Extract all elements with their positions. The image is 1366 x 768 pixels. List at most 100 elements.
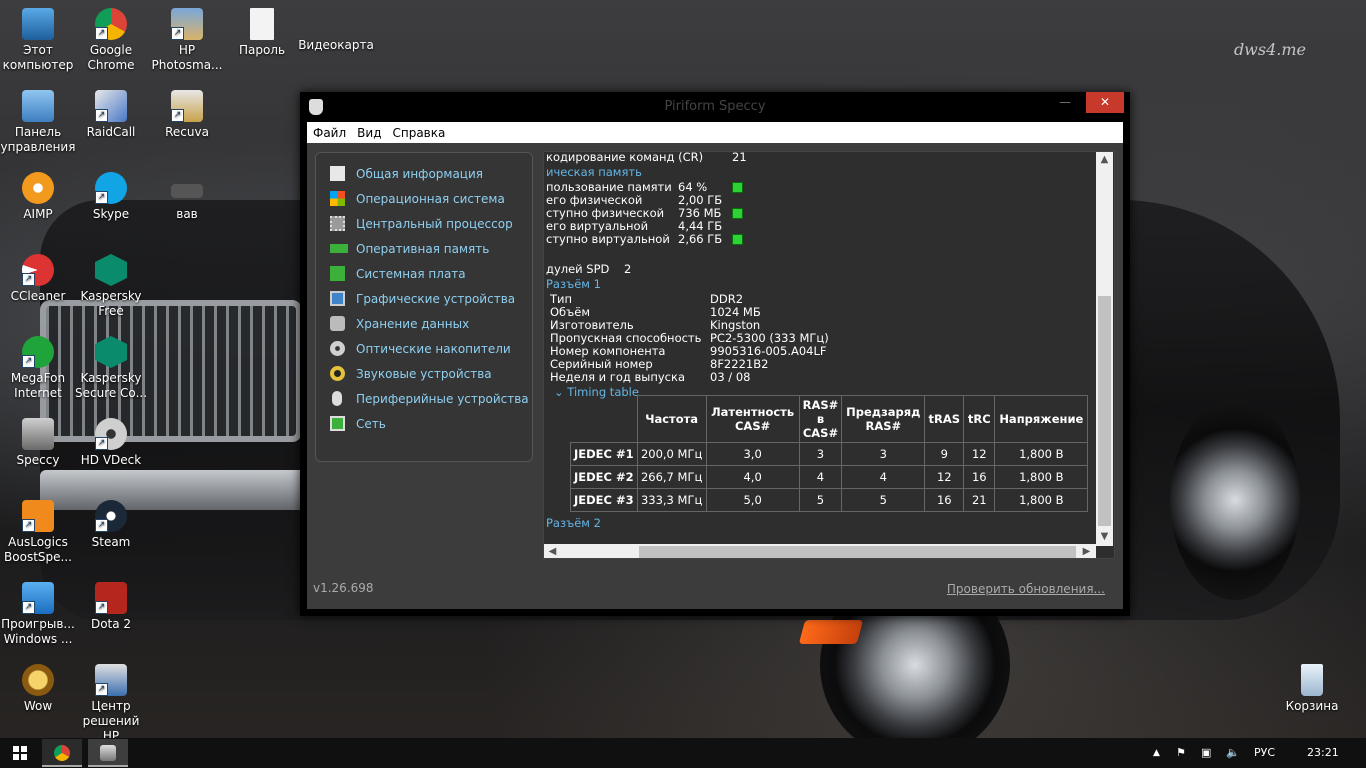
raidcall-icon: ↗: [95, 90, 127, 122]
horizontal-scrollbar[interactable]: ◀ ▶: [544, 544, 1096, 558]
table-cell: 3,0: [705, 442, 800, 466]
sidebar-item-label: Периферийные устройства: [356, 392, 529, 406]
menu-help[interactable]: Справка: [386, 122, 450, 140]
language-indicator[interactable]: РУС: [1254, 738, 1275, 768]
taskbar-chrome[interactable]: [42, 739, 82, 767]
scroll-thumb[interactable]: [1098, 296, 1111, 526]
scroll-up-icon[interactable]: ▲: [1096, 152, 1113, 169]
sidebar-item-graphics[interactable]: Графические устройства: [330, 289, 530, 311]
desktop-icon-dota2[interactable]: ↗ Dota 2: [73, 582, 149, 632]
desktop-icon-ccleaner[interactable]: ↗ CCleaner: [0, 254, 76, 304]
column-header: Частота: [636, 395, 707, 443]
slot-2-toggle[interactable]: Разъём 2: [546, 516, 601, 530]
desktop-icon-hp-photosmart[interactable]: ↗ HP Photosma...: [149, 8, 225, 73]
network-icon: [330, 416, 345, 431]
close-button[interactable]: ✕: [1086, 92, 1124, 113]
volume-icon[interactable]: 🔈: [1226, 738, 1240, 768]
spd-modules-label: дулей SPD: [546, 262, 610, 276]
desktop-icon-password-file[interactable]: Пароль: [224, 8, 300, 58]
physical-memory-section[interactable]: ическая память: [546, 165, 642, 179]
table-cell: 4: [841, 465, 926, 489]
sidebar-item-peripherals[interactable]: Периферийные устройства: [330, 389, 530, 411]
column-header: Напряжение: [994, 395, 1089, 443]
skype-icon: ↗: [95, 172, 127, 204]
shortcut-arrow-icon: ↗: [171, 27, 184, 40]
desktop-icon-aimp[interactable]: AIMP: [0, 172, 76, 222]
shortcut-arrow-icon: ↗: [95, 27, 108, 40]
sidebar-item-motherboard[interactable]: Системная плата: [330, 264, 530, 286]
scroll-down-icon[interactable]: ▼: [1096, 529, 1113, 546]
desktop-icon-label: Kaspersky Secure Co...: [74, 371, 148, 400]
available-physical-label: ступно физической: [546, 206, 665, 220]
speccy-icon: [100, 745, 116, 761]
menu-view[interactable]: Вид: [351, 122, 386, 140]
sidebar-item-os[interactable]: Операционная система: [330, 189, 530, 211]
memory-usage-label: пользование памяти: [546, 180, 672, 194]
show-hidden-icons-icon[interactable]: ▲: [1153, 738, 1160, 768]
desktop-icon-megafon-internet[interactable]: ↗ MegaFon Internet: [0, 336, 76, 401]
sidebar-item-audio[interactable]: Звуковые устройства: [330, 364, 530, 386]
check-updates-link[interactable]: Проверить обновления...: [947, 582, 1105, 596]
flag-icon[interactable]: ⚑: [1176, 738, 1186, 768]
sidebar-item-ram[interactable]: Оперативная память: [330, 239, 530, 261]
table-header-row: Частота Латентность CAS# RAS# в CAS# Пре…: [571, 395, 1089, 443]
desktop-icon-videocard[interactable]: Видеокарта: [298, 38, 374, 53]
sidebar-item-label: Оптические накопители: [356, 342, 511, 356]
desktop-icon-vav[interactable]: вав: [149, 172, 225, 222]
available-virtual-label: ступно виртуальной: [546, 232, 670, 246]
network-icon[interactable]: ▣: [1201, 738, 1211, 768]
desktop-icon-label: CCleaner: [10, 289, 66, 303]
client-area: Общая информация Операционная система Це…: [307, 143, 1123, 609]
desktop-icon-speccy[interactable]: Speccy: [0, 418, 76, 468]
desktop-icon-control-panel[interactable]: Панель управления: [0, 90, 76, 155]
desktop-icon-label: Корзина: [1285, 699, 1339, 713]
vertical-scrollbar[interactable]: ▲ ▼: [1096, 152, 1113, 546]
summary-icon: [330, 166, 345, 181]
scroll-right-icon[interactable]: ▶: [1078, 544, 1095, 558]
table-cell: 12: [924, 465, 965, 489]
title-bar[interactable]: Piriform Speccy — ☐ ✕: [300, 92, 1130, 122]
desktop-icon-kaspersky-free[interactable]: Kaspersky Free: [73, 254, 149, 319]
taskbar-speccy[interactable]: [88, 739, 128, 767]
desktop-icon-wow[interactable]: Wow: [0, 664, 76, 714]
table-cell: 1,800 В: [994, 442, 1089, 466]
slot-1-toggle[interactable]: Разъём 1: [546, 277, 601, 291]
prop-value: 03 / 08: [710, 370, 751, 384]
desktop-icon-label: Панель управления: [0, 125, 76, 154]
clock[interactable]: 23:21: [1307, 738, 1339, 768]
desktop-icon-recuva[interactable]: ↗ Recuva: [149, 90, 225, 140]
prop-label: Пропускная способность: [550, 331, 702, 345]
menu-file[interactable]: Файл: [307, 122, 351, 140]
details-panel: кодирование команд (CR) 21 ическая памят…: [543, 151, 1115, 559]
desktop-icon-steam[interactable]: ↗ Steam: [73, 500, 149, 550]
prop-label: Серийный номер: [550, 357, 653, 371]
table-cell: 16: [924, 488, 965, 512]
minimize-button[interactable]: —: [1052, 92, 1078, 113]
table-cell: 4,0: [705, 465, 800, 489]
sidebar-item-network[interactable]: Сеть: [330, 414, 530, 436]
desktop-icon-hp-solution-center[interactable]: ↗ Центр решений HP: [73, 664, 149, 744]
table-corner: [571, 396, 638, 443]
desktop-icon-this-pc[interactable]: Этот компьютер: [0, 8, 76, 73]
scroll-thumb[interactable]: [639, 546, 1076, 558]
desktop-icon-recycle-bin[interactable]: Корзина: [1274, 664, 1350, 714]
desktop-icon-google-chrome[interactable]: ↗ Google Chrome: [73, 8, 149, 73]
sidebar-item-storage[interactable]: Хранение данных: [330, 314, 530, 336]
sidebar-item-optical[interactable]: Оптические накопители: [330, 339, 530, 361]
drive-icon: [171, 184, 203, 198]
desktop-icon-auslogics[interactable]: ↗ AusLogics BoostSpe...: [0, 500, 76, 565]
ccleaner-icon: ↗: [22, 254, 54, 286]
shortcut-arrow-icon: ↗: [95, 601, 108, 614]
sidebar-item-summary[interactable]: Общая информация: [330, 164, 530, 186]
desktop-icon-skype[interactable]: ↗ Skype: [73, 172, 149, 222]
desktop-icon-raidcall[interactable]: ↗ RaidCall: [73, 90, 149, 140]
scroll-left-icon[interactable]: ◀: [544, 544, 561, 558]
cr-value: 21: [732, 151, 747, 164]
sidebar-item-cpu[interactable]: Центральный процессор: [330, 214, 530, 236]
sidebar-item-label: Хранение данных: [356, 317, 470, 331]
start-button[interactable]: [0, 738, 40, 768]
desktop-icon-hd-vdeck[interactable]: ↗ HD VDeck: [73, 418, 149, 468]
desktop-icon-windows-player[interactable]: ↗ Проигрыв... Windows ...: [0, 582, 76, 647]
mouse-icon: [332, 391, 342, 406]
desktop-icon-kaspersky-secure[interactable]: Kaspersky Secure Co...: [73, 336, 149, 401]
